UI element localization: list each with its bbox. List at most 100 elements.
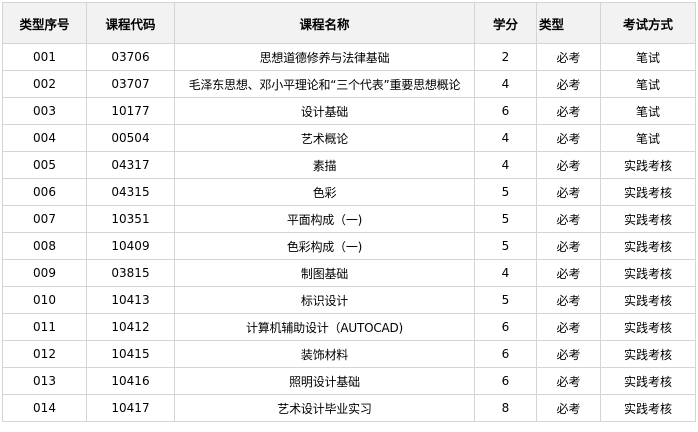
cell-credits: 5 [474,178,537,206]
cell-course-code: 10409 [86,232,175,260]
table-row: 008 10409 色彩构成（一) 5 必考 实践考核 [2,232,696,260]
cell-type-seq: 010 [2,286,87,314]
cell-credits: 4 [474,70,537,98]
cell-course-name: 照明设计基础 [174,367,475,395]
cell-credits: 6 [474,97,537,125]
table-body: 001 03706 思想道德修养与法律基础 2 必考 笔试 002 03707 毛泽东思想、邓小… [2,43,696,422]
cell-course-name: 艺术设计毕业实习 [174,394,475,422]
cell-credits: 5 [474,205,537,233]
table-row: 011 10412 计算机辅助设计（AUTOCAD) 6 必考 实践考核 [2,313,696,341]
cell-credits: 2 [474,43,537,71]
cell-course-code: 10177 [86,97,175,125]
cell-type-seq: 002 [2,70,87,98]
cell-course-name: 平面构成（一) [174,205,475,233]
cell-credits: 5 [474,232,537,260]
cell-type: 必考 [536,178,601,206]
cell-type: 必考 [536,70,601,98]
cell-exam-method: 实践考核 [600,205,696,233]
table-row: 007 10351 平面构成（一) 5 必考 实践考核 [2,205,696,233]
table-row: 009 03815 制图基础 4 必考 实践考核 [2,259,696,287]
table-row: 004 00504 艺术概论 4 必考 笔试 [2,124,696,152]
cell-exam-method: 实践考核 [600,259,696,287]
cell-type-seq: 001 [2,43,87,71]
cell-credits: 4 [474,259,537,287]
cell-exam-method: 实践考核 [600,151,696,179]
cell-type-seq: 004 [2,124,87,152]
cell-type-seq: 005 [2,151,87,179]
table-row: 003 10177 设计基础 6 必考 笔试 [2,97,696,125]
cell-type-seq: 014 [2,394,87,422]
cell-course-name: 色彩构成（一) [174,232,475,260]
cell-type: 必考 [536,97,601,125]
cell-course-code: 10415 [86,340,175,368]
cell-type: 必考 [536,259,601,287]
header-type-seq: 类型序号 [2,2,87,44]
cell-course-code: 03706 [86,43,175,71]
cell-type: 必考 [536,124,601,152]
cell-credits: 5 [474,286,537,314]
cell-type: 必考 [536,313,601,341]
cell-course-code: 10416 [86,367,175,395]
cell-course-name: 标识设计 [174,286,475,314]
cell-course-code: 10412 [86,313,175,341]
cell-type-seq: 009 [2,259,87,287]
table-row: 005 04317 素描 4 必考 实践考核 [2,151,696,179]
cell-exam-method: 实践考核 [600,178,696,206]
cell-type-seq: 007 [2,205,87,233]
header-course-code: 课程代码 [86,2,175,44]
cell-credits: 4 [474,151,537,179]
cell-type: 必考 [536,205,601,233]
cell-type-seq: 012 [2,340,87,368]
cell-type: 必考 [536,232,601,260]
cell-type: 必考 [536,286,601,314]
cell-course-name: 计算机辅助设计（AUTOCAD) [174,313,475,341]
table-header: 类型序号 课程代码 课程名称 学分 类型 考试方式 [2,2,696,44]
cell-course-name: 色彩 [174,178,475,206]
cell-exam-method: 实践考核 [600,394,696,422]
cell-course-name: 素描 [174,151,475,179]
cell-type: 必考 [536,367,601,395]
cell-type: 必考 [536,43,601,71]
cell-course-name: 制图基础 [174,259,475,287]
table-row: 010 10413 标识设计 5 必考 实践考核 [2,286,696,314]
cell-type-seq: 013 [2,367,87,395]
cell-course-name: 毛泽东思想、邓小平理论和“三个代表”重要思想概论 [174,70,475,98]
cell-credits: 4 [474,124,537,152]
cell-course-name: 艺术概论 [174,124,475,152]
cell-type-seq: 008 [2,232,87,260]
cell-credits: 6 [474,313,537,341]
header-course-name: 课程名称 [174,2,475,44]
course-table: 类型序号 课程代码 课程名称 学分 类型 考试方式 001 03706 思想道德修养… [2,2,696,422]
cell-course-code: 00504 [86,124,175,152]
cell-exam-method: 笔试 [600,70,696,98]
cell-credits: 6 [474,367,537,395]
cell-exam-method: 实践考核 [600,232,696,260]
table-row: 013 10416 照明设计基础 6 必考 实践考核 [2,367,696,395]
cell-type-seq: 003 [2,97,87,125]
cell-exam-method: 实践考核 [600,340,696,368]
cell-course-code: 03815 [86,259,175,287]
cell-course-code: 10413 [86,286,175,314]
cell-type-seq: 011 [2,313,87,341]
cell-course-code: 04317 [86,151,175,179]
cell-type: 必考 [536,394,601,422]
header-type: 类型 [536,2,601,44]
cell-credits: 6 [474,340,537,368]
table-row: 002 03707 毛泽东思想、邓小平理论和“三个代表”重要思想概论 4 必考 笔试 [2,70,696,98]
cell-course-name: 装饰材料 [174,340,475,368]
table-row: 001 03706 思想道德修养与法律基础 2 必考 笔试 [2,43,696,71]
cell-course-code: 03707 [86,70,175,98]
course-table-container: 类型序号 课程代码 课程名称 学分 类型 考试方式 001 03706 思想道德修养… [2,2,696,428]
header-credits: 学分 [474,2,537,44]
cell-course-code: 10417 [86,394,175,422]
cell-course-code: 10351 [86,205,175,233]
cell-credits: 8 [474,394,537,422]
cell-exam-method: 笔试 [600,97,696,125]
cell-exam-method: 实践考核 [600,286,696,314]
cell-course-name: 思想道德修养与法律基础 [174,43,475,71]
cell-exam-method: 实践考核 [600,313,696,341]
table-row: 006 04315 色彩 5 必考 实践考核 [2,178,696,206]
header-exam-method: 考试方式 [600,2,696,44]
table-row: 012 10415 装饰材料 6 必考 实践考核 [2,340,696,368]
table-row: 014 10417 艺术设计毕业实习 8 必考 实践考核 [2,394,696,422]
